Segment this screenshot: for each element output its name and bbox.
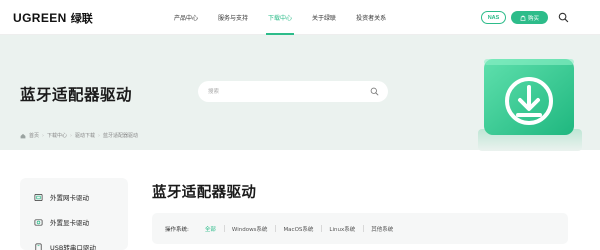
filter-all[interactable]: 全部 <box>197 225 224 233</box>
nav-item-investors[interactable]: 投资者关系 <box>346 0 396 35</box>
graphics-card-icon <box>34 218 43 226</box>
logo-text-en: UGREEN <box>13 11 67 25</box>
nas-button[interactable]: NAS <box>481 11 506 24</box>
ugreen-logo[interactable]: UGREEN 绿联 <box>13 10 93 26</box>
search-icon[interactable] <box>370 87 379 96</box>
breadcrumb-separator: › <box>42 132 45 139</box>
home-icon[interactable] <box>20 133 26 139</box>
breadcrumb-home[interactable]: 首页 <box>29 132 39 139</box>
breadcrumb-separator: › <box>70 132 73 139</box>
top-header: UGREEN 绿联 产品中心 服务与支持 下载中心 关于绿联 投资者关系 NAS… <box>0 0 600 35</box>
filter-other[interactable]: 其他系统 <box>363 224 401 233</box>
os-filter-bar: 操作系统: 全部 Windows系统 MacOS系统 Linux系统 其他系统 <box>152 213 568 244</box>
breadcrumb-current: 蓝牙适配器驱动 <box>103 133 139 139</box>
hero-banner: 蓝牙适配器驱动 首页 › 下载中心 › 驱动下载 › 蓝牙适配器驱动 <box>0 35 600 151</box>
category-sidebar: 外置网卡驱动 外置显卡驱动 USB转串口驱动 <box>20 178 128 250</box>
nav-item-products[interactable]: 产品中心 <box>164 0 208 35</box>
search-input[interactable] <box>208 85 358 98</box>
shopping-bag-icon <box>520 15 526 21</box>
sidebar-item-graphics-card[interactable]: 外置显卡驱动 <box>34 215 89 229</box>
breadcrumb: 首页 › 下载中心 › 驱动下载 › 蓝牙适配器驱动 <box>20 132 138 139</box>
download-illustration <box>478 59 582 151</box>
logo-text-cn: 绿联 <box>70 12 93 25</box>
buy-button[interactable]: 购买 <box>511 11 548 24</box>
breadcrumb-downloads[interactable]: 下载中心 <box>47 132 67 139</box>
sidebar-item-network-card[interactable]: 外置网卡驱动 <box>34 190 89 204</box>
nav-item-about[interactable]: 关于绿联 <box>302 0 346 35</box>
buy-button-label: 购买 <box>527 15 539 22</box>
filter-macos[interactable]: MacOS系统 <box>275 224 321 233</box>
nav-item-downloads[interactable]: 下载中心 <box>258 0 302 35</box>
filter-linux[interactable]: Linux系统 <box>321 224 363 233</box>
sidebar-item-label: 外置显卡驱动 <box>50 219 89 227</box>
section-title: 蓝牙适配器驱动 <box>152 185 257 201</box>
search-box <box>198 81 388 102</box>
breadcrumb-drivers[interactable]: 驱动下载 <box>75 132 95 139</box>
network-card-icon <box>34 193 43 201</box>
sidebar-item-label: 外置网卡驱动 <box>50 194 89 202</box>
usb-serial-icon <box>35 243 42 250</box>
sidebar-item-label: USB转串口驱动 <box>50 244 96 250</box>
breadcrumb-separator: › <box>98 132 101 139</box>
nav-item-support[interactable]: 服务与支持 <box>208 0 258 35</box>
main-nav: 产品中心 服务与支持 下载中心 关于绿联 投资者关系 <box>164 0 396 35</box>
filter-label: 操作系统: <box>165 226 189 233</box>
filter-windows[interactable]: Windows系统 <box>223 224 276 233</box>
page-title: 蓝牙适配器驱动 <box>20 86 133 104</box>
search-icon[interactable] <box>558 12 569 23</box>
sidebar-item-usb-serial[interactable]: USB转串口驱动 <box>34 240 96 250</box>
